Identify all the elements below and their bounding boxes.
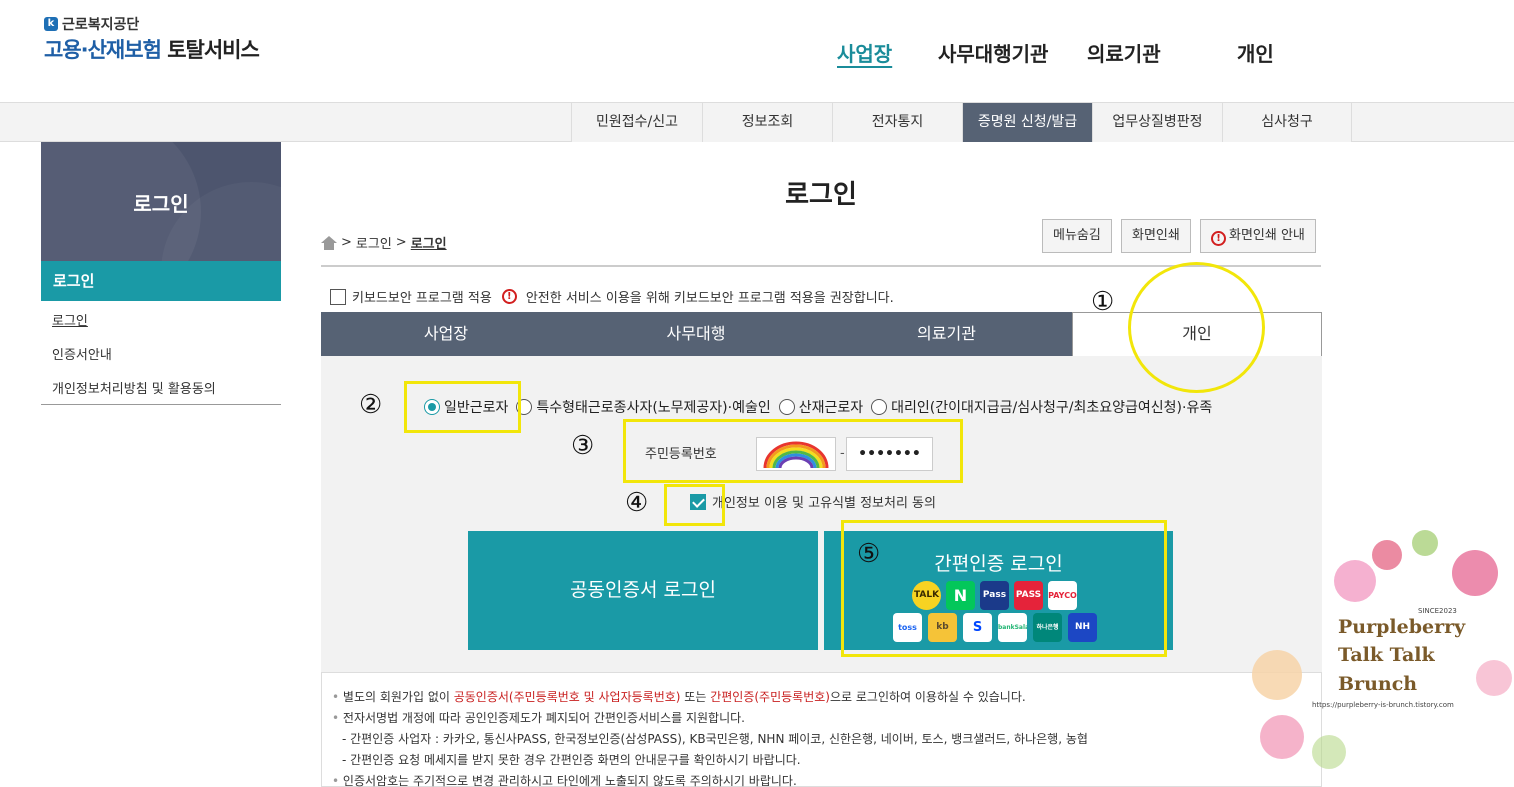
note-text: 으로 로그인하여 이용하실 수 있습니다. [829,690,1026,704]
watermark-line3: Brunch [1338,673,1418,695]
radio-label: 산재근로자 [798,400,864,416]
login-notes: 별도의 회원가입 없이 공동인증서(주민등록번호 및 사업자등록번호) 또는 간… [321,672,1322,787]
subnav-disease[interactable]: 업무상질병판정 [1092,103,1222,142]
annotation-number: ⑤ [857,539,881,569]
print-button[interactable]: 화면인쇄 [1121,219,1191,253]
flower-decoration [1476,660,1512,696]
note-item: 인증서암호는 주기적으로 변경 관리하시고 타인에게 노출되지 않도록 주의하시… [332,771,1321,787]
breadcrumb-item[interactable]: 로그인 [356,233,392,252]
user-type-radios: 일반근로자 특수형태근로종사자(노무제공자)·예술인 산재근로자 대리인(간이대… [424,397,1220,417]
breadcrumb-sep: > [395,235,407,250]
note-item: 별도의 회원가입 없이 공동인증서(주민등록번호 및 사업자등록번호) 또는 간… [332,687,1321,708]
alert-icon: ! [501,289,517,304]
org-logo[interactable]: k 근로복지공단 [44,14,139,34]
print-guide-button[interactable]: ! 화면인쇄 안내 [1200,219,1316,253]
annotation-box [841,520,1167,657]
watermark-url: https://purpleberry-is-brunch.tistory.co… [1312,701,1454,709]
subnav-e-notice[interactable]: 전자통지 [832,103,962,142]
radio-agent[interactable]: 대리인(간이대지급금/심사청구/최초요양급여신청)·유족 [871,397,1212,417]
gnb-item-business[interactable]: 사업장 [837,38,892,67]
sidebar-header: 로그인 [41,142,281,261]
flower-decoration [1252,650,1302,700]
radio-button[interactable] [871,399,888,415]
subnav-certificate[interactable]: 증명원 신청/발급 [962,103,1092,142]
note-text: 별도의 회원가입 없이 [342,690,454,704]
watermark-since: SINCE2023 [1418,607,1457,615]
print-guide-label: 화면인쇄 안내 [1229,228,1305,243]
sidebar-divider [41,404,281,405]
subnav-appeal[interactable]: 심사청구 [1222,103,1352,142]
tab-medical[interactable]: 의료기관 [821,312,1072,356]
site-header: k 근로복지공단 고용·산재보험 토탈서비스 사업장 사무대행기관 의료기관 개… [0,0,1514,102]
sidebar-link-privacy[interactable]: 개인정보처리방침 및 활용동의 [52,378,216,397]
home-icon[interactable] [321,235,337,250]
gnb-item-agency[interactable]: 사무대행기관 [938,38,1048,67]
sidebar-link-login[interactable]: 로그인 [52,310,88,329]
keyboard-security-notice: 안전한 서비스 이용을 위해 키보드보안 프로그램 적용을 권장합니다. [525,291,894,306]
agree-label: 개인정보 이용 및 고유식별 정보처리 동의 [712,496,936,511]
annotation-box [404,381,521,433]
hide-menu-button[interactable]: 메뉴숨김 [1042,219,1112,253]
page: k 근로복지공단 고용·산재보험 토탈서비스 사업장 사무대행기관 의료기관 개… [0,0,1514,787]
annotation-box [623,419,963,483]
org-name: 근로복지공단 [62,17,140,33]
note-highlight: 간편인증(주민등록번호) [710,690,830,704]
note-subitem: - 간편인증 사업자 : 카카오, 통신사PASS, 한국정보인증(삼성PASS… [342,732,1088,746]
org-logo-icon: k [44,17,58,31]
sidebar-title: 로그인 [133,192,189,216]
watermark-line1: Purpleberry [1338,616,1466,638]
leaf-decoration [1412,530,1438,556]
service-logo[interactable]: 고용·산재보험 토탈서비스 [44,34,260,64]
annotation-number: ③ [571,431,595,461]
watermark-line2: Talk Talk [1338,644,1435,666]
tab-agency[interactable]: 사무대행 [571,312,821,356]
page-title: 로그인 [785,180,857,210]
annotation-number: ④ [625,488,649,518]
note-subitem: - 간편인증 요청 메세지를 받지 못한 경우 간편인증 화면의 안내문구를 확… [342,753,801,767]
cert-login-button[interactable]: 공동인증서 로그인 [468,531,818,650]
gnb-item-personal[interactable]: 개인 [1237,38,1274,67]
radio-label: 대리인(간이대지급금/심사청구/최초요양급여신청)·유족 [891,400,1213,416]
breadcrumb-current[interactable]: 로그인 [411,233,447,252]
leaf-decoration [1312,735,1346,769]
subnav-complaint[interactable]: 민원접수/신고 [571,103,702,142]
flower-decoration [1452,550,1498,596]
sub-nav: 민원접수/신고 정보조회 전자통지 증명원 신청/발급 업무상질병판정 심사청구 [0,102,1514,142]
agree-row: 개인정보 이용 및 고유식별 정보처리 동의 [690,492,936,511]
alert-icon: ! [1211,231,1226,246]
radio-special-worker[interactable]: 특수형태근로종사자(노무제공자)·예술인 [516,397,771,417]
radio-injured-worker[interactable]: 산재근로자 [778,397,864,417]
keyboard-security-row: 키보드보안 프로그램 적용 ! 안전한 서비스 이용을 위해 키보드보안 프로그… [330,287,894,306]
keyboard-security-label: 키보드보안 프로그램 적용 [352,291,492,306]
breadcrumb-sep: > [341,235,352,250]
service-logo-main: 고용·산재보험 [44,38,162,62]
radio-button[interactable] [778,399,795,415]
annotation-number: ① [1091,287,1115,317]
subnav-inquiry[interactable]: 정보조회 [702,103,832,142]
service-logo-sub: 토탈서비스 [167,38,260,62]
gnb-item-medical[interactable]: 의료기관 [1087,38,1161,67]
keyboard-security-checkbox[interactable] [330,288,346,305]
note-text: 또는 [680,690,711,704]
breadcrumb: > 로그인 > 로그인 [321,233,447,252]
flower-decoration [1260,715,1304,759]
watermark: SINCE2023 Purpleberry Talk Talk Brunch h… [1252,530,1514,787]
annotation-number: ② [359,390,383,420]
sidebar-link-cert-guide[interactable]: 인증서안내 [52,344,112,363]
note-item: 전자서명법 개정에 따라 공인인증제도가 폐지되어 간편인증서비스를 지원합니다… [332,708,1321,729]
sidebar-item-login-active[interactable]: 로그인 [41,261,281,301]
tab-business[interactable]: 사업장 [321,312,571,356]
annotation-circle [1128,262,1265,393]
annotation-box [664,484,725,526]
note-highlight: 공동인증서(주민등록번호 및 사업자등록번호) [453,690,681,704]
flower-decoration [1372,540,1402,570]
flower-decoration [1334,560,1376,602]
radio-label: 특수형태근로종사자(노무제공자)·예술인 [536,400,771,416]
